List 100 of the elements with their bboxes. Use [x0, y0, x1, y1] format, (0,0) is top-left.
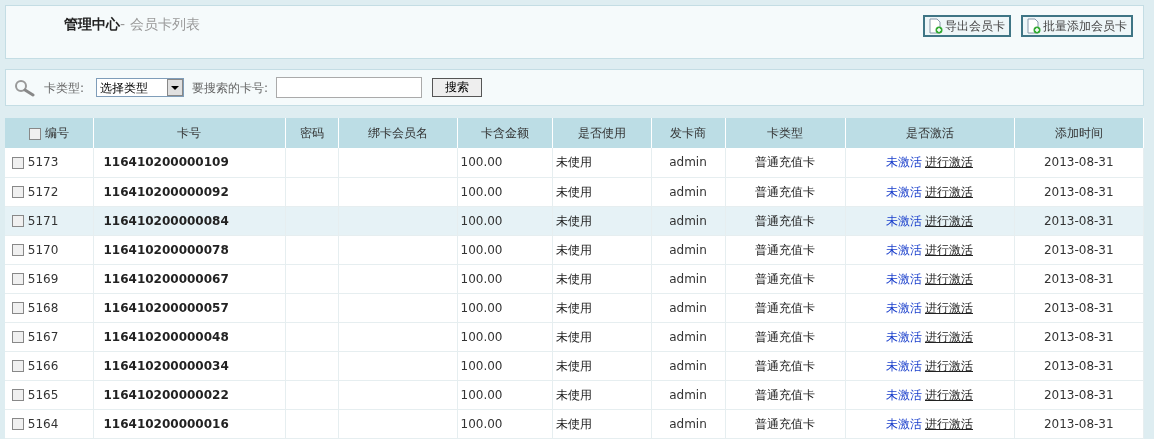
- activate-link[interactable]: 进行激活: [925, 271, 973, 286]
- table-cell: admin: [669, 300, 707, 315]
- table-cell: 普通充值卡: [755, 184, 815, 199]
- table-cell: 100.00: [460, 416, 503, 431]
- page-subtitle: - 会员卡列表: [120, 15, 200, 34]
- table-cell: 2013-08-31: [1043, 213, 1114, 228]
- table-cell: 116410200000109: [103, 155, 229, 170]
- table-cell: 116410200000034: [103, 358, 229, 373]
- column-header: 卡号: [177, 126, 201, 140]
- table-cell: admin: [669, 416, 707, 431]
- table-cell: 116410200000016: [103, 416, 229, 431]
- table-cell: 未使用: [555, 155, 592, 170]
- status-text: 未激活: [886, 242, 922, 257]
- column-header: 添加时间: [1054, 126, 1103, 140]
- table-cell: 2013-08-31: [1043, 329, 1114, 344]
- table-cell: 未使用: [555, 329, 592, 344]
- table-cell: 100.00: [460, 184, 503, 199]
- search-button[interactable]: 搜索: [432, 78, 483, 97]
- checkbox[interactable]: [12, 418, 24, 430]
- table-cell: 2013-08-31: [1043, 387, 1114, 402]
- table-cell: 未使用: [555, 358, 592, 373]
- checkbox[interactable]: [12, 302, 24, 314]
- table-cell: 100.00: [460, 300, 503, 315]
- status-text: 未激活: [886, 184, 922, 199]
- toolbar-button[interactable]: 导出会员卡: [923, 15, 1011, 37]
- table-cell: 100.00: [460, 358, 503, 373]
- page-title: 管理中心: [64, 15, 120, 34]
- activate-link[interactable]: 进行激活: [925, 387, 973, 402]
- column-header: 编号: [44, 126, 69, 140]
- table-cell: 5169: [27, 271, 59, 286]
- table-cell: admin: [669, 184, 707, 199]
- checkbox[interactable]: [12, 186, 24, 198]
- table-cell: 2013-08-31: [1043, 242, 1114, 257]
- activate-link[interactable]: 进行激活: [925, 329, 973, 344]
- table-cell: 116410200000048: [103, 329, 229, 344]
- table-cell: 未使用: [555, 387, 592, 402]
- activate-link[interactable]: 进行激活: [925, 416, 973, 431]
- table-cell: 未使用: [555, 271, 592, 286]
- status-text: 未激活: [886, 271, 922, 286]
- table-cell: 116410200000057: [103, 300, 229, 315]
- activate-link[interactable]: 进行激活: [925, 184, 973, 199]
- activate-link[interactable]: 进行激活: [925, 242, 973, 257]
- table-cell: 2013-08-31: [1043, 358, 1114, 373]
- table-cell: admin: [669, 242, 707, 257]
- checkbox[interactable]: [12, 360, 24, 372]
- type-select[interactable]: 选择类型: [96, 78, 185, 97]
- table-cell: 5167: [27, 329, 59, 344]
- table-cell: 5166: [27, 358, 59, 373]
- status-text: 未激活: [886, 213, 922, 228]
- add-file-icon: [929, 18, 943, 34]
- column-header: 发卡商: [670, 126, 706, 140]
- search-icon: [14, 78, 36, 97]
- checkbox[interactable]: [12, 331, 24, 343]
- table-cell: 普通充值卡: [755, 387, 815, 402]
- table-cell: 100.00: [460, 213, 503, 228]
- table-cell: 普通充值卡: [755, 271, 815, 286]
- table-cell: admin: [669, 387, 707, 402]
- checkbox[interactable]: [12, 273, 24, 285]
- activate-link[interactable]: 进行激活: [925, 155, 973, 170]
- checkbox[interactable]: [12, 244, 24, 256]
- table-cell: admin: [669, 271, 707, 286]
- table-cell: 116410200000092: [103, 184, 229, 199]
- table-cell: admin: [669, 155, 707, 170]
- status-text: 未激活: [886, 300, 922, 315]
- status-text: 未激活: [886, 329, 922, 344]
- column-header: 是否使用: [577, 126, 626, 140]
- table-cell: 普通充值卡: [755, 155, 815, 170]
- table-cell: admin: [669, 329, 707, 344]
- column-header: 密码: [299, 126, 324, 140]
- column-header: 绑卡会员名: [367, 126, 428, 140]
- checkbox[interactable]: [12, 156, 24, 169]
- card-number-field[interactable]: [276, 77, 423, 98]
- table-cell: 2013-08-31: [1043, 300, 1114, 315]
- checkbox[interactable]: [12, 389, 24, 401]
- table-cell: 普通充值卡: [755, 213, 815, 228]
- table-cell: 未使用: [555, 213, 592, 228]
- table-cell: 116410200000022: [103, 387, 229, 402]
- table-cell: 5164: [27, 416, 59, 431]
- table-cell: admin: [669, 213, 707, 228]
- toolbar-button[interactable]: 批量添加会员卡: [1021, 15, 1133, 37]
- table-cell: 116410200000078: [103, 242, 229, 257]
- type-label: 卡类型:: [44, 79, 85, 97]
- status-text: 未激活: [886, 358, 922, 373]
- table-cell: 100.00: [460, 271, 503, 286]
- table-cell: 5173: [27, 155, 59, 170]
- activate-link[interactable]: 进行激活: [925, 213, 973, 228]
- checkbox[interactable]: [12, 215, 24, 227]
- table-cell: 2013-08-31: [1043, 271, 1114, 286]
- column-header: 卡类型: [767, 126, 803, 140]
- table-cell: 未使用: [555, 416, 592, 431]
- table-cell: 普通充值卡: [755, 329, 815, 344]
- status-text: 未激活: [886, 155, 922, 170]
- table-cell: 未使用: [555, 242, 592, 257]
- status-text: 未激活: [886, 416, 922, 431]
- table-cell: 2013-08-31: [1043, 416, 1114, 431]
- add-file-icon: [1027, 18, 1041, 34]
- activate-link[interactable]: 进行激活: [925, 300, 973, 315]
- table-cell: 100.00: [460, 242, 503, 257]
- activate-link[interactable]: 进行激活: [925, 358, 973, 373]
- checkbox[interactable]: [28, 127, 41, 140]
